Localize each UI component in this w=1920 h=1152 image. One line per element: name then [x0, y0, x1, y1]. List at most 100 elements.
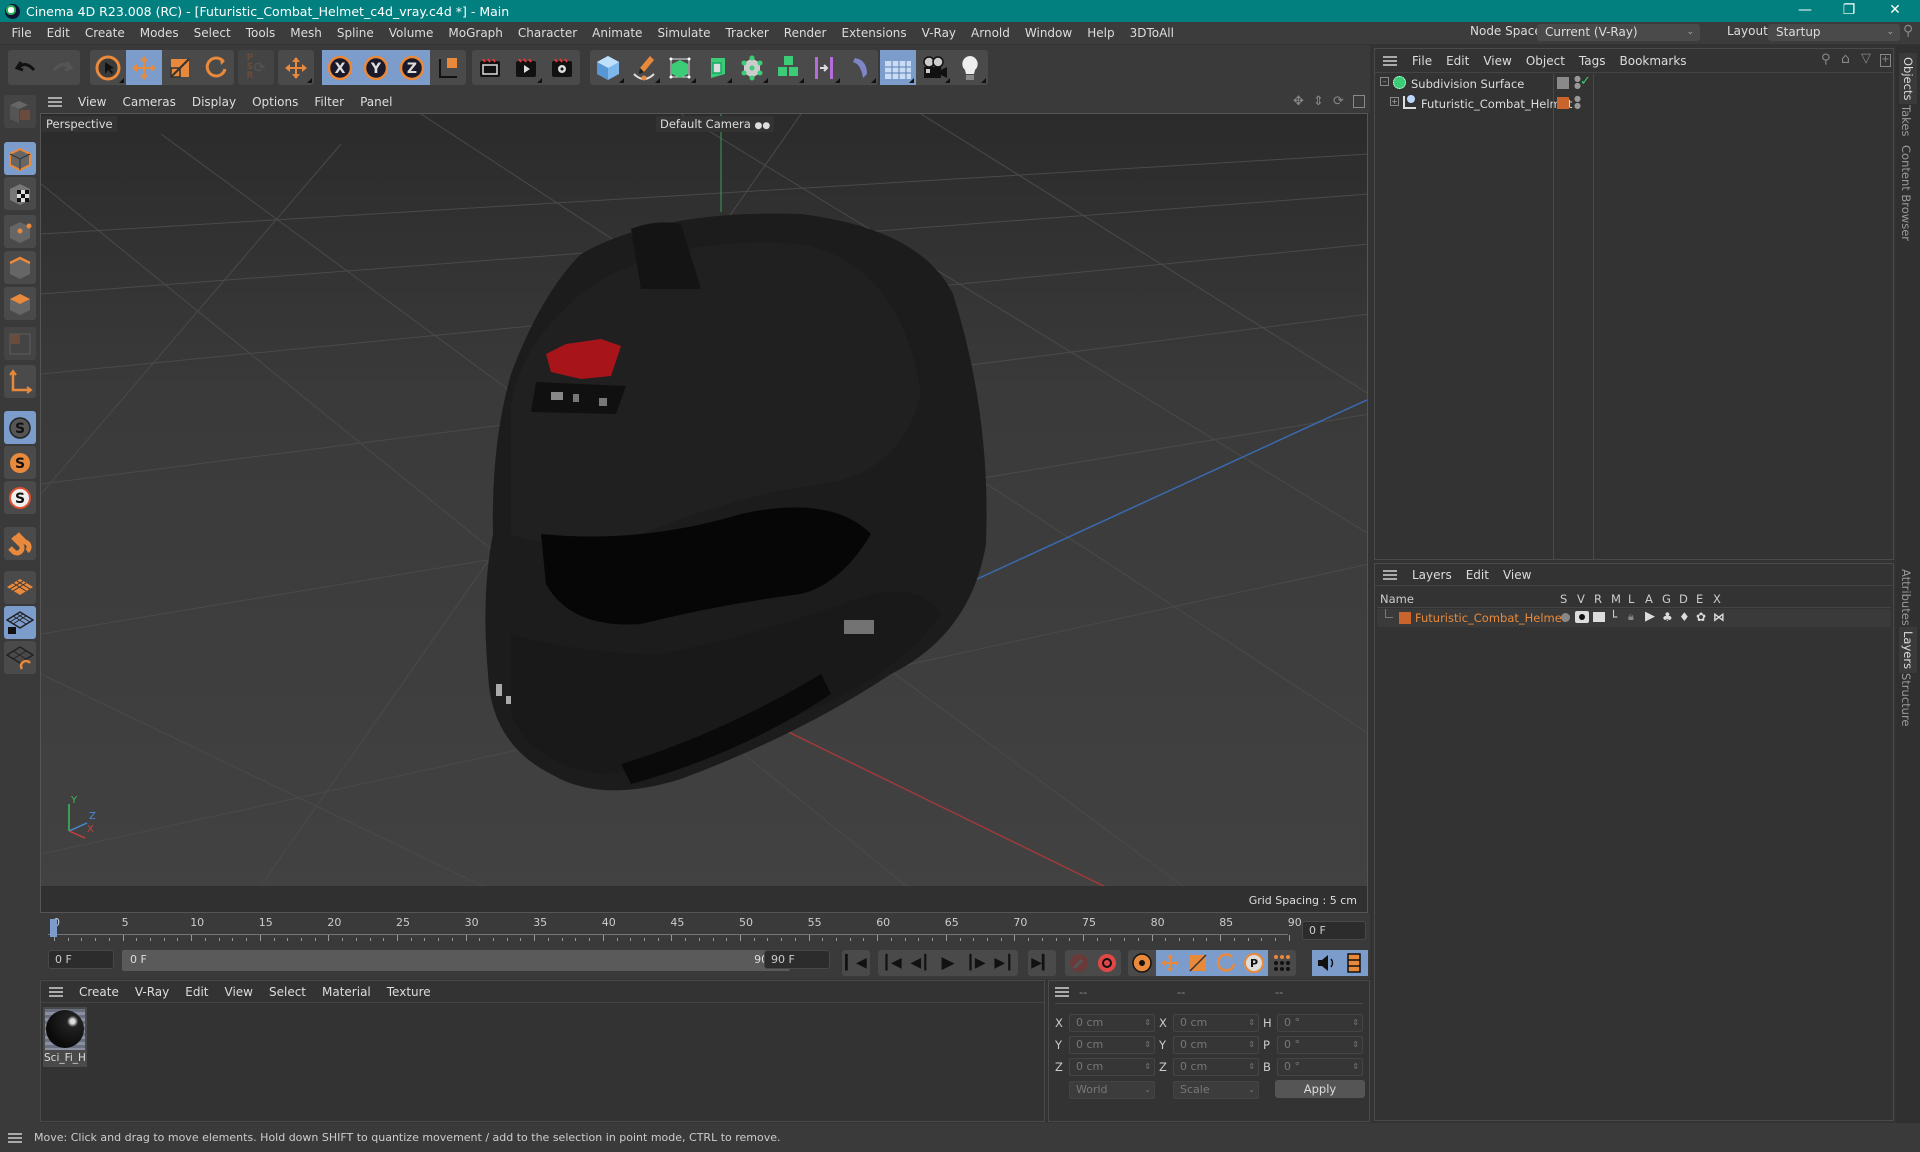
make-editable-button[interactable] [4, 95, 36, 128]
manager-toggle-icon[interactable]: └ [1610, 610, 1617, 624]
pen-button[interactable] [626, 50, 662, 85]
live-selection-button[interactable] [90, 50, 126, 85]
rotation-b-field[interactable]: 0 ° ⇕ [1277, 1058, 1363, 1076]
position-key-button[interactable] [1156, 950, 1184, 976]
column-animation[interactable]: A [1645, 592, 1653, 606]
animation-toggle-icon[interactable]: ▶ [1645, 609, 1655, 624]
next-frame-button[interactable]: ┃▶ [962, 950, 990, 976]
material-menu-texture[interactable]: Texture [379, 985, 439, 999]
polygon-mode-button[interactable] [4, 287, 36, 320]
viewport-menu-filter[interactable]: Filter [306, 95, 352, 109]
hamburger-menu-icon[interactable] [8, 1132, 22, 1143]
generators-toggle-icon[interactable]: ♣ [1662, 610, 1673, 624]
locked-workplane-button[interactable] [4, 606, 36, 639]
object-menu-object[interactable]: Object [1519, 54, 1572, 68]
menu-file[interactable]: File [4, 26, 39, 40]
menu-mesh[interactable]: Mesh [283, 26, 330, 40]
menu-animate[interactable]: Animate [585, 26, 650, 40]
axis-move-button[interactable] [278, 50, 314, 85]
column-manager[interactable]: M [1611, 592, 1621, 606]
layer-color-swatch[interactable] [1399, 612, 1411, 624]
zoom-view-icon[interactable]: ⇕ [1313, 94, 1324, 109]
hamburger-menu-icon[interactable] [1383, 569, 1397, 580]
layout-select[interactable]: Startup ⌄ [1768, 24, 1900, 41]
object-menu-bookmarks[interactable]: Bookmarks [1613, 54, 1694, 68]
material-menu-material[interactable]: Material [314, 985, 379, 999]
menu-volume[interactable]: Volume [381, 26, 441, 40]
start-frame-field[interactable]: 0 F [48, 950, 114, 969]
end-frame-field[interactable]: 90 F [764, 950, 830, 969]
play-button[interactable]: ▶ [934, 950, 962, 976]
layer-menu-layers[interactable]: Layers [1405, 568, 1459, 582]
3d-viewport[interactable]: Perspective Default Camera ●● Y Z X Grid… [40, 113, 1368, 913]
material-swatch[interactable]: Sci_Fi_He [43, 1007, 87, 1067]
layer-name[interactable]: Futuristic_Combat_Helmet [1415, 611, 1566, 625]
view-toggle-eye-icon[interactable] [1575, 611, 1589, 623]
render-toggle-icon[interactable] [1593, 612, 1605, 622]
solo-toggle-icon[interactable] [1561, 613, 1570, 622]
texture-mode-button[interactable] [4, 177, 36, 210]
rotate-button[interactable] [198, 50, 234, 85]
rotation-p-field[interactable]: 0 ° ⇕ [1277, 1036, 1363, 1054]
deformers-toggle-icon[interactable]: ♦ [1679, 610, 1690, 624]
visibility-dots-icon[interactable]: ● ● [1574, 95, 1581, 110]
node-space-select[interactable]: Current (V-Ray) ⌄ [1537, 24, 1700, 41]
menu-tools[interactable]: Tools [238, 26, 283, 40]
render-view-button[interactable] [472, 50, 508, 85]
edge-mode-button[interactable] [4, 251, 36, 284]
xrefs-toggle-icon[interactable]: ⋈ [1713, 610, 1725, 624]
workplane-button[interactable] [4, 571, 36, 604]
size-x-field[interactable]: 0 cm ⇕ [1173, 1014, 1259, 1032]
object-row[interactable]: – Subdivision Surface ● ● ✓ [1375, 74, 1893, 94]
undo-button[interactable] [8, 50, 44, 85]
menu-edit[interactable]: Edit [39, 26, 77, 40]
menu-tracker[interactable]: Tracker [718, 26, 776, 40]
tab-attributes[interactable]: Attributes [1899, 569, 1913, 626]
material-menu-select[interactable]: Select [261, 985, 314, 999]
minimize-button[interactable]: — [1782, 0, 1828, 22]
current-frame-field[interactable]: 0 F [1302, 921, 1366, 940]
editor-visibility-icon[interactable] [1557, 77, 1569, 89]
hamburger-menu-icon[interactable] [48, 97, 62, 107]
go-to-start-button[interactable]: ▎◀ [842, 950, 870, 976]
tab-structure[interactable]: Structure [1899, 673, 1913, 727]
render-picture-viewer-button[interactable] [508, 50, 544, 85]
keyframe-selection-button[interactable] [1128, 950, 1156, 976]
viewport-menu-display[interactable]: Display [184, 95, 244, 109]
object-menu-view[interactable]: View [1476, 54, 1518, 68]
extrude-button[interactable] [698, 50, 734, 85]
uv-mode-button[interactable] [4, 327, 36, 360]
next-key-button[interactable]: ▶┃ [990, 950, 1018, 976]
position-y-field[interactable]: 0 cm ⇕ [1069, 1036, 1155, 1054]
hamburger-menu-icon[interactable] [49, 986, 63, 997]
scale-key-button[interactable] [1184, 950, 1212, 976]
hamburger-menu-icon[interactable] [1055, 987, 1069, 997]
axis-mode-button[interactable] [4, 365, 36, 398]
y-axis-button[interactable]: Y [358, 50, 394, 85]
viewport-menu-options[interactable]: Options [244, 95, 306, 109]
new-window-icon[interactable]: + [1880, 54, 1891, 67]
timeline-window-button[interactable] [1340, 950, 1368, 976]
range-slider[interactable]: 0 F 90 F [122, 950, 790, 971]
hamburger-menu-icon[interactable] [1383, 55, 1397, 66]
search-icon[interactable]: ⚲ [1821, 52, 1831, 67]
viewport-menu-view[interactable]: View [70, 95, 114, 109]
maximize-view-icon[interactable] [1353, 95, 1365, 108]
apply-button[interactable]: Apply [1275, 1080, 1365, 1098]
tab-content-browser[interactable]: Content Browser [1899, 145, 1913, 241]
search-icon[interactable]: ⚲ [1903, 23, 1913, 39]
floor-button[interactable] [880, 50, 916, 85]
timeline-ruler[interactable]: 051015202530354045505560657075808590 0 F [40, 913, 1370, 949]
menu-modes[interactable]: Modes [132, 26, 186, 40]
previous-frame-button[interactable]: ◀┃ [906, 950, 934, 976]
tab-objects[interactable]: Objects [1899, 53, 1917, 105]
render-settings-button[interactable] [544, 50, 580, 85]
snap-button[interactable]: S [4, 411, 36, 444]
autokey-button[interactable] [1093, 950, 1121, 976]
go-to-end-button[interactable]: ▶▎ [1028, 950, 1056, 976]
rotate-view-icon[interactable]: ⟳ [1333, 94, 1344, 109]
playhead[interactable] [50, 919, 57, 937]
object-row[interactable]: + Futuristic_Combat_Helmet ● ● [1375, 94, 1893, 114]
position-z-field[interactable]: 0 cm ⇕ [1069, 1058, 1155, 1076]
cloner-button[interactable] [734, 50, 770, 85]
